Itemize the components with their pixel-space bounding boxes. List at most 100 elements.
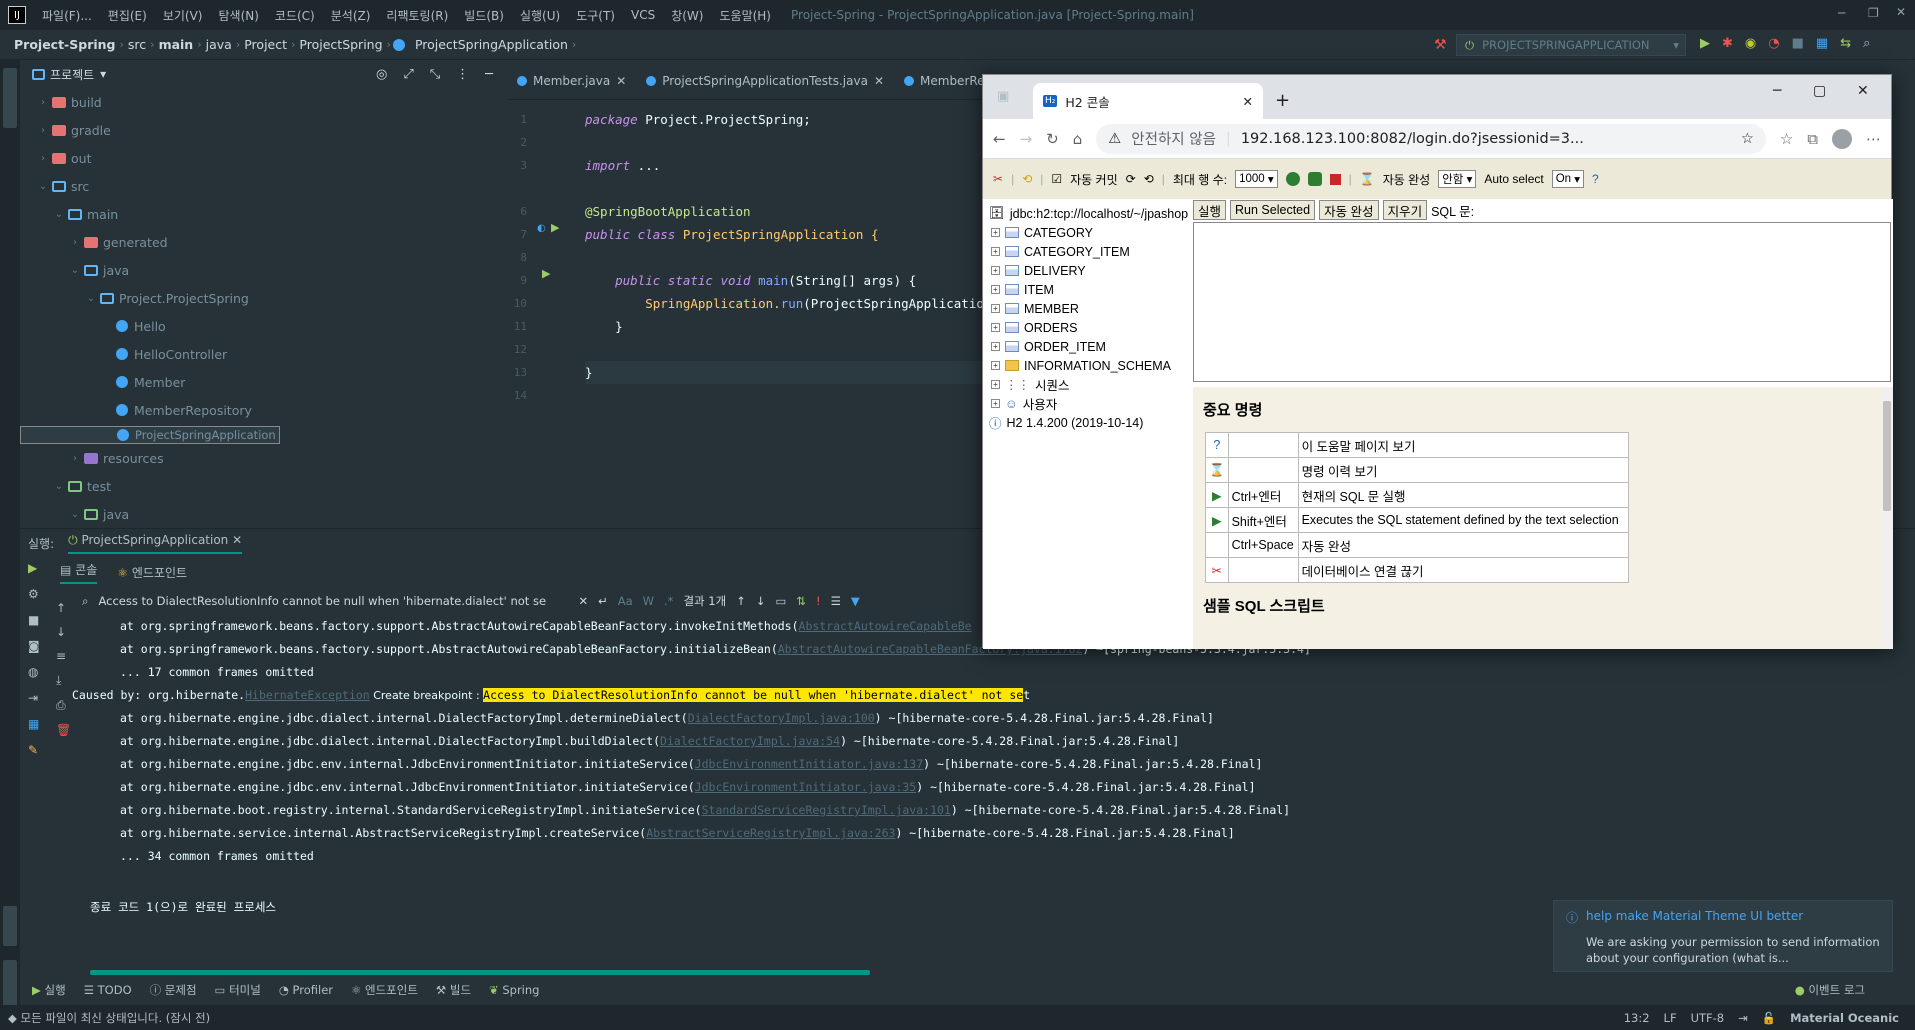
- clear-button[interactable]: 지우기: [1382, 200, 1428, 220]
- stacktrace-link[interactable]: AbstractServiceRegistryImpl.java:263: [646, 826, 895, 840]
- chevron-icon[interactable]: ⌄: [36, 181, 50, 192]
- chevron-icon[interactable]: ›: [68, 237, 82, 248]
- layout-icon[interactable]: ▦: [28, 717, 40, 731]
- users-node[interactable]: + ☺ 사용자: [983, 394, 1193, 413]
- tree-item[interactable]: › generated: [20, 228, 505, 256]
- auto-commit-checkbox[interactable]: ☑: [1051, 172, 1062, 186]
- tool-run[interactable]: ▶ 실행: [32, 982, 66, 998]
- profile-icon[interactable]: ◔: [1768, 36, 1779, 51]
- connection-node[interactable]: 🗄 jdbc:h2:tcp://localhost/~/jpashop: [983, 204, 1193, 223]
- stacktrace-link[interactable]: AbstractAutowireCapableBe: [799, 619, 972, 633]
- run-icon[interactable]: ▶: [1212, 489, 1222, 503]
- menu-vcs[interactable]: VCS: [623, 8, 663, 22]
- table-node[interactable]: + ORDERS: [983, 318, 1193, 337]
- event-log[interactable]: ● 이벤트 로그: [1795, 982, 1865, 998]
- tree-item[interactable]: › gradle: [20, 116, 505, 144]
- pin-icon[interactable]: ◍: [28, 665, 40, 679]
- code-area[interactable]: package Project.ProjectSpring; import ..…: [585, 108, 1014, 407]
- console-output[interactable]: at org.springframework.beans.factory.sup…: [20, 615, 1915, 868]
- scroll-end-icon[interactable]: ⤓: [56, 673, 71, 688]
- tree-item[interactable]: ⌄ java: [20, 256, 505, 284]
- auto-complete-select[interactable]: 안함 ▾: [1438, 170, 1477, 188]
- run-gutter-icon[interactable]: ▶: [551, 221, 559, 234]
- new-tab-icon[interactable]: +: [1275, 90, 1290, 111]
- history-icon[interactable]: ⌛: [1209, 463, 1225, 477]
- match-case-icon[interactable]: Aa: [618, 594, 633, 608]
- menu-run[interactable]: 실행(U): [512, 7, 568, 24]
- table-node[interactable]: + MEMBER: [983, 299, 1193, 318]
- minimize-icon[interactable]: ─: [1773, 83, 1781, 99]
- soft-wrap-icon[interactable]: ≡: [56, 649, 71, 663]
- window-close-button[interactable]: ✕: [1896, 5, 1906, 19]
- breadcrumb-project[interactable]: Project-Spring: [10, 37, 120, 52]
- whole-word-icon[interactable]: W: [643, 594, 654, 608]
- search-icon[interactable]: ⌕: [1863, 36, 1870, 51]
- notification[interactable]: ⓘ help make Material Theme UI better We …: [1553, 900, 1893, 972]
- chevron-icon[interactable]: ⌄: [68, 265, 82, 276]
- stacktrace-link[interactable]: JdbcEnvironmentInitiator.java:35: [695, 780, 917, 794]
- profile-avatar[interactable]: [1832, 128, 1852, 149]
- breadcrumb-class[interactable]: ProjectSpringApplication: [411, 37, 572, 52]
- enter-icon[interactable]: ↵: [598, 594, 608, 608]
- chevron-icon[interactable]: ›: [36, 153, 50, 164]
- locate-icon[interactable]: ◎: [376, 67, 387, 82]
- menu-tools[interactable]: 도구(T): [568, 7, 623, 24]
- menu-refactor[interactable]: 리팩토링(R): [378, 7, 456, 24]
- table-node[interactable]: + DELIVERY: [983, 261, 1193, 280]
- menu-analyze[interactable]: 분석(Z): [323, 7, 379, 24]
- prev-match-icon[interactable]: ↑: [736, 594, 746, 608]
- tree-item[interactable]: ⌄ Project.ProjectSpring: [20, 284, 505, 312]
- indent-icon[interactable]: ⇥: [1738, 1011, 1748, 1025]
- coverage-icon[interactable]: ◉: [1745, 36, 1756, 51]
- breadcrumb-java[interactable]: java: [202, 37, 236, 52]
- camera-icon[interactable]: ◙: [28, 639, 40, 653]
- run-selected-button[interactable]: Run Selected: [1230, 200, 1316, 220]
- window-restore-button[interactable]: ❐: [1868, 6, 1879, 20]
- home-icon[interactable]: ⌂: [1073, 130, 1083, 148]
- pin-tab-icon[interactable]: ✎: [28, 743, 40, 757]
- cursor-position[interactable]: 13:2: [1624, 1011, 1650, 1025]
- run-selected-icon[interactable]: ▶: [1212, 514, 1222, 528]
- schema-node[interactable]: + INFORMATION_SCHEMA: [983, 356, 1193, 375]
- tree-item[interactable]: ⌄ main: [20, 200, 505, 228]
- sql-editor[interactable]: [1193, 222, 1891, 382]
- favorites-icon[interactable]: ☆: [1780, 130, 1793, 148]
- table-node[interactable]: + CATEGORY_ITEM: [983, 242, 1193, 261]
- auto-complete-button[interactable]: 자동 완성: [1319, 200, 1379, 220]
- tool-profiler[interactable]: ◔ Profiler: [279, 983, 333, 997]
- run-icon[interactable]: ▶: [1700, 36, 1710, 51]
- stacktrace-link[interactable]: StandardServiceRegistryImpl.java:101: [702, 803, 951, 817]
- security-label[interactable]: 안전하지 않음: [1131, 128, 1216, 149]
- tab-run-app[interactable]: ⏻ ProjectSpringApplication ✕: [68, 533, 243, 554]
- reload-icon[interactable]: ↻: [1046, 130, 1059, 148]
- collections-icon[interactable]: ⧉: [1807, 130, 1818, 148]
- close-icon[interactable]: ✕: [1243, 94, 1253, 109]
- collapse-icon[interactable]: ⤡: [430, 67, 440, 82]
- stacktrace-link[interactable]: JdbcEnvironmentInitiator.java:137: [695, 757, 923, 771]
- create-breakpoint-link[interactable]: Create breakpoint :: [370, 689, 483, 702]
- notification-title[interactable]: help make Material Theme UI better: [1586, 909, 1803, 926]
- tree-item[interactable]: ⌄ src: [20, 172, 505, 200]
- options-icon[interactable]: ⋮: [456, 67, 469, 82]
- table-node[interactable]: + ITEM: [983, 280, 1193, 299]
- settings-icon[interactable]: ⚙: [28, 587, 40, 601]
- sort-icon[interactable]: ⇅: [796, 594, 806, 608]
- tree-item[interactable]: › out: [20, 144, 505, 172]
- rerun-icon[interactable]: ▶: [28, 561, 40, 575]
- layout-icon[interactable]: ▦: [1816, 36, 1828, 51]
- url-text[interactable]: 192.168.123.100:8082/login.do?jsessionid…: [1241, 131, 1584, 147]
- expand-icon[interactable]: +: [991, 285, 1000, 294]
- scrollbar[interactable]: [1881, 387, 1893, 649]
- breadcrumb-main[interactable]: main: [155, 37, 198, 52]
- chevron-icon[interactable]: ›: [36, 97, 50, 108]
- structure-tool-button[interactable]: [3, 906, 17, 946]
- tree-item[interactable]: › resources: [20, 444, 505, 472]
- regex-icon[interactable]: .*: [664, 594, 673, 608]
- chevron-icon[interactable]: ⌄: [68, 509, 82, 520]
- tab-console[interactable]: ▤ 콘솔: [60, 561, 98, 584]
- bean-gutter-icon[interactable]: ◐: [537, 223, 546, 234]
- tree-item[interactable]: ⌄ java: [20, 500, 505, 528]
- exit-icon[interactable]: ⇥: [28, 691, 40, 705]
- error-filter-icon[interactable]: !: [816, 594, 821, 608]
- menu-edit[interactable]: 편집(E): [100, 7, 155, 24]
